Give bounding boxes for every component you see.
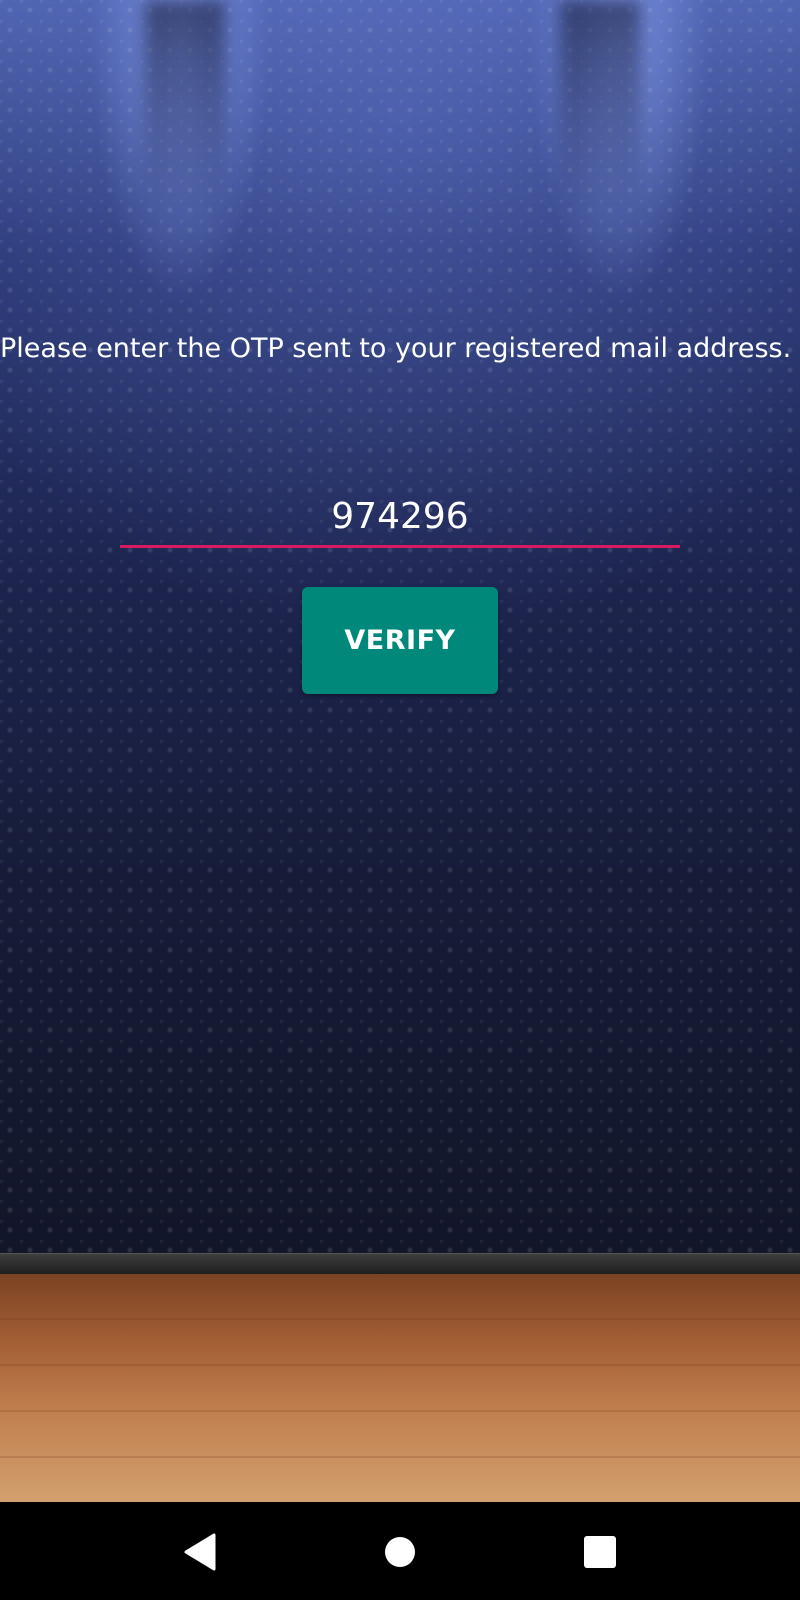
baseboard (0, 1253, 800, 1275)
wood-floor (0, 1274, 800, 1502)
otp-verification-screen: Please enter the OTP sent to your regist… (0, 0, 800, 1600)
otp-instruction-text: Please enter the OTP sent to your regist… (0, 333, 792, 364)
home-icon[interactable] (375, 1527, 425, 1577)
spotlight-left (145, 0, 225, 220)
spotlight-right (560, 0, 640, 220)
system-navigation-bar (0, 1502, 800, 1600)
verify-button[interactable]: VERIFY (302, 587, 498, 694)
back-icon[interactable] (175, 1527, 225, 1577)
recents-icon[interactable] (575, 1527, 625, 1577)
otp-input[interactable] (120, 488, 680, 548)
